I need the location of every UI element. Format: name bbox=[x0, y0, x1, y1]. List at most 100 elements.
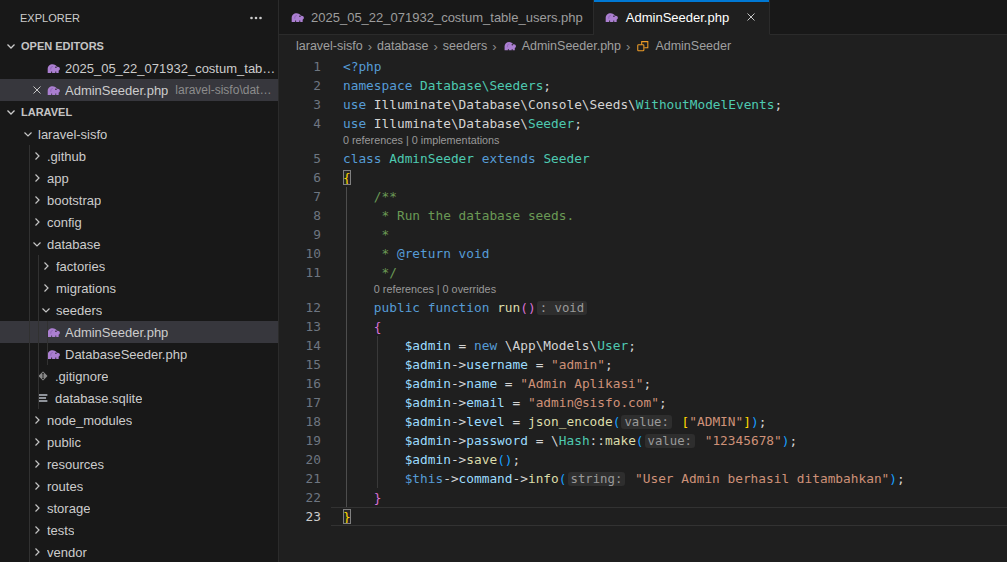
line-number[interactable]: 21 bbox=[279, 469, 321, 488]
line-number[interactable]: 17 bbox=[279, 393, 321, 412]
tree-item-app[interactable]: app bbox=[0, 167, 278, 189]
code-line-1[interactable]: 1<?php bbox=[279, 57, 1007, 76]
tree-item-factories[interactable]: factories bbox=[0, 255, 278, 277]
codelens[interactable]: 0 references | 0 implementations bbox=[279, 133, 1007, 149]
tree-item-databaseseeder-php[interactable]: DatabaseSeeder.php bbox=[0, 343, 278, 365]
line-number[interactable]: 2 bbox=[279, 76, 321, 95]
tree-item-label: .gitignore bbox=[55, 369, 108, 384]
tree-item-vendor[interactable]: vendor bbox=[0, 541, 278, 562]
chevron-right-icon bbox=[29, 148, 45, 164]
tree-item-adminseeder-php[interactable]: AdminSeeder.php bbox=[0, 321, 278, 343]
code-line-16[interactable]: 16 $admin->name = "Admin Aplikasi"; bbox=[279, 374, 1007, 393]
tree-item-node-modules[interactable]: node_modules bbox=[0, 409, 278, 431]
code-line-13[interactable]: 13 { bbox=[279, 317, 1007, 336]
line-number[interactable]: 13 bbox=[279, 317, 321, 336]
line-number[interactable]: 14 bbox=[279, 336, 321, 355]
line-number[interactable]: 20 bbox=[279, 450, 321, 469]
code-line-7[interactable]: 7 /** bbox=[279, 187, 1007, 206]
line-number[interactable]: 6 bbox=[279, 168, 321, 187]
line-number[interactable]: 4 bbox=[279, 114, 321, 133]
tab-title: 2025_05_22_071932_costum_table_users.php bbox=[311, 10, 583, 25]
tree-item--gitignore[interactable]: .gitignore bbox=[0, 365, 278, 387]
line-number[interactable]: 11 bbox=[279, 263, 321, 282]
chevron-right-icon bbox=[29, 522, 45, 538]
breadcrumb-segment[interactable]: AdminSeeder bbox=[635, 38, 731, 54]
code-line-22[interactable]: 22 } bbox=[279, 488, 1007, 507]
breadcrumb-label: AdminSeeder bbox=[655, 39, 731, 53]
chevron-right-icon bbox=[29, 434, 45, 450]
line-number[interactable]: 7 bbox=[279, 187, 321, 206]
code-line-19[interactable]: 19 $admin->password = \Hash::make(value:… bbox=[279, 431, 1007, 450]
tree-item-label: seeders bbox=[56, 303, 102, 318]
tree-item-public[interactable]: public bbox=[0, 431, 278, 453]
line-number[interactable]: 8 bbox=[279, 206, 321, 225]
explorer-title: EXPLORER bbox=[20, 12, 80, 24]
tree-item-config[interactable]: config bbox=[0, 211, 278, 233]
line-number[interactable]: 15 bbox=[279, 355, 321, 374]
tree-item-database-sqlite[interactable]: database.sqlite bbox=[0, 387, 278, 409]
workspace-root-header[interactable]: LARAVEL bbox=[0, 101, 278, 123]
code-line-18[interactable]: 18 $admin->level = json_encode(value: ["… bbox=[279, 412, 1007, 431]
codelens[interactable]: 0 references | 0 overrides bbox=[279, 282, 1007, 298]
line-number[interactable]: 3 bbox=[279, 95, 321, 114]
line-number[interactable]: 9 bbox=[279, 225, 321, 244]
close-icon[interactable] bbox=[29, 82, 45, 98]
code-line-17[interactable]: 17 $admin->email = "admin@sisfo.com"; bbox=[279, 393, 1007, 412]
tab-close-icon[interactable] bbox=[743, 9, 759, 25]
code-line-9[interactable]: 9 * bbox=[279, 225, 1007, 244]
code-line-14[interactable]: 14 $admin = new \App\Models\User; bbox=[279, 336, 1007, 355]
tab-inactive[interactable]: 2025_05_22_071932_costum_table_users.php bbox=[279, 0, 594, 34]
open-editors-list: 2025_05_22_071932_costum_table_users.php… bbox=[0, 57, 278, 101]
breadcrumb-segment[interactable]: AdminSeeder.php bbox=[502, 38, 621, 54]
code-line-8[interactable]: 8 * Run the database seeds. bbox=[279, 206, 1007, 225]
line-number[interactable]: 22 bbox=[279, 488, 321, 507]
code-line-5[interactable]: 5class AdminSeeder extends Seeder bbox=[279, 149, 1007, 168]
breadcrumb-segment[interactable]: laravel-sisfo bbox=[296, 39, 363, 53]
line-number[interactable]: 18 bbox=[279, 412, 321, 431]
code-line-11[interactable]: 11 */ bbox=[279, 263, 1007, 282]
tree-item-database[interactable]: database bbox=[0, 233, 278, 255]
code-line-23[interactable]: 23} bbox=[279, 507, 1007, 526]
chevron-down-icon bbox=[38, 302, 54, 318]
code-line-15[interactable]: 15 $admin->username = "admin"; bbox=[279, 355, 1007, 374]
code-line-6[interactable]: 6{ bbox=[279, 168, 1007, 187]
tree-item-seeders[interactable]: seeders bbox=[0, 299, 278, 321]
tree-item-laravel-sisfo[interactable]: laravel-sisfo bbox=[0, 123, 278, 145]
line-number[interactable]: 23 bbox=[279, 507, 321, 526]
open-editors-header[interactable]: OPEN EDITORS bbox=[0, 35, 278, 57]
editor-group: 2025_05_22_071932_costum_table_users.php… bbox=[279, 0, 1007, 562]
code-line-21[interactable]: 21 $this->command->info(string: "User Ad… bbox=[279, 469, 1007, 488]
breadcrumb-label: AdminSeeder.php bbox=[522, 39, 621, 53]
line-number[interactable]: 10 bbox=[279, 244, 321, 263]
line-number[interactable]: 19 bbox=[279, 431, 321, 450]
tree-item-tests[interactable]: tests bbox=[0, 519, 278, 541]
tree-item-label: app bbox=[47, 171, 69, 186]
breadcrumb-segment[interactable]: database bbox=[377, 39, 428, 53]
tree-item-label: config bbox=[47, 215, 82, 230]
code-line-3[interactable]: 3use Illuminate\Database\Console\Seeds\W… bbox=[279, 95, 1007, 114]
explorer-actions-icon[interactable] bbox=[248, 10, 264, 26]
code-line-10[interactable]: 10 * @return void bbox=[279, 244, 1007, 263]
line-number[interactable]: 1 bbox=[279, 57, 321, 76]
code-line-12[interactable]: 12 public function run(): void bbox=[279, 298, 1007, 317]
tree-item-resources[interactable]: resources bbox=[0, 453, 278, 475]
line-number[interactable]: 16 bbox=[279, 374, 321, 393]
tree-indent-guide bbox=[29, 145, 30, 562]
code-line-20[interactable]: 20 $admin->save(); bbox=[279, 450, 1007, 469]
tree-item-routes[interactable]: routes bbox=[0, 475, 278, 497]
code-line-4[interactable]: 4use Illuminate\Database\Seeder; bbox=[279, 114, 1007, 133]
tree-item-storage[interactable]: storage bbox=[0, 497, 278, 519]
tab-active[interactable]: AdminSeeder.php bbox=[594, 0, 770, 35]
line-number[interactable]: 12 bbox=[279, 298, 321, 317]
tree-item-bootstrap[interactable]: bootstrap bbox=[0, 189, 278, 211]
php-elephant-icon bbox=[289, 9, 305, 25]
open-editor-item[interactable]: AdminSeeder.phplaravel-sisfo\database\se… bbox=[0, 79, 278, 101]
breadcrumb-segment[interactable]: seeders bbox=[443, 39, 487, 53]
tree-item--github[interactable]: .github bbox=[0, 145, 278, 167]
open-editor-item[interactable]: 2025_05_22_071932_costum_table_users.php bbox=[0, 57, 278, 79]
chevron-down-icon bbox=[20, 126, 36, 142]
code-line-2[interactable]: 2namespace Database\Seeders; bbox=[279, 76, 1007, 95]
line-number[interactable]: 5 bbox=[279, 149, 321, 168]
tree-item-migrations[interactable]: migrations bbox=[0, 277, 278, 299]
code-editor[interactable]: 1<?php2namespace Database\Seeders;3use I… bbox=[279, 57, 1007, 562]
